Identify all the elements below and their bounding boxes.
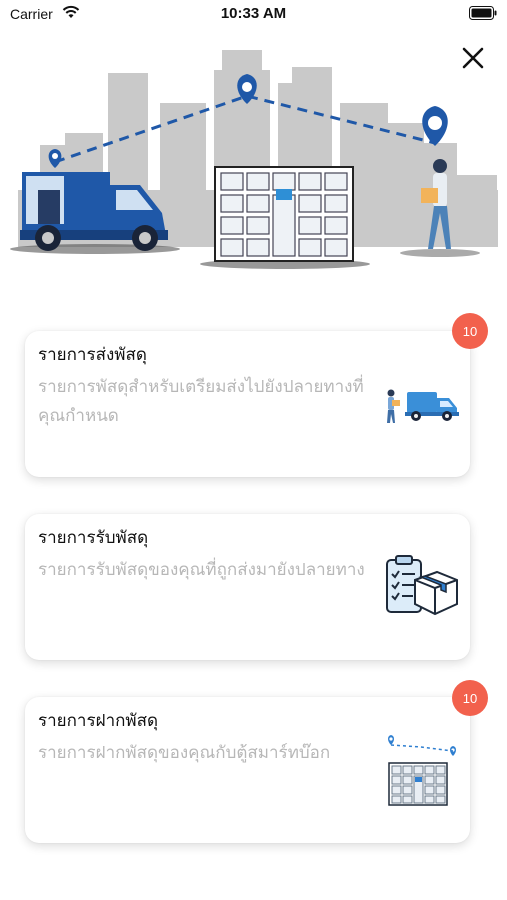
hero-illustration xyxy=(10,50,498,269)
smart-locker-icon xyxy=(388,735,456,806)
status-bar: Carrier 10:33 AM xyxy=(0,0,507,28)
card-title: รายการส่งพัสดุ xyxy=(38,345,147,365)
card-description: รายการฝากพัสดุของคุณกับตู้สมาร์ทบ๊อก xyxy=(38,743,331,763)
deposit-parcel-badge: 10 xyxy=(452,680,488,716)
receive-parcel-card[interactable]: รายการรับพัสดุ รายการรับพัสดุของคุณที่ถู… xyxy=(25,514,470,660)
card-description: รายการรับพัสดุของคุณที่ถูกส่งมายังปลายทา… xyxy=(38,560,365,580)
pin-right xyxy=(422,106,448,146)
card-title: รายการรับพัสดุ xyxy=(38,528,149,548)
send-parcel-card[interactable]: รายการส่งพัสดุ รายการพัสดุสำหรับเตรียมส่… xyxy=(25,331,470,477)
card-title: รายการฝากพัสดุ xyxy=(38,711,159,731)
card-description: รายการพัสดุสำหรับเตรียมส่งไปยังปลายทางที… xyxy=(38,377,364,426)
smart-locker xyxy=(214,166,354,262)
send-parcel-badge: 10 xyxy=(452,313,488,349)
battery-icon xyxy=(469,6,497,20)
delivery-truck-icon xyxy=(387,389,459,423)
clock: 10:33 AM xyxy=(220,5,287,22)
clipboard-package-icon xyxy=(386,555,458,616)
close-icon[interactable] xyxy=(459,44,487,72)
deposit-parcel-card[interactable]: รายการฝากพัสดุ รายการฝากพัสดุของคุณกับตู… xyxy=(25,697,470,843)
